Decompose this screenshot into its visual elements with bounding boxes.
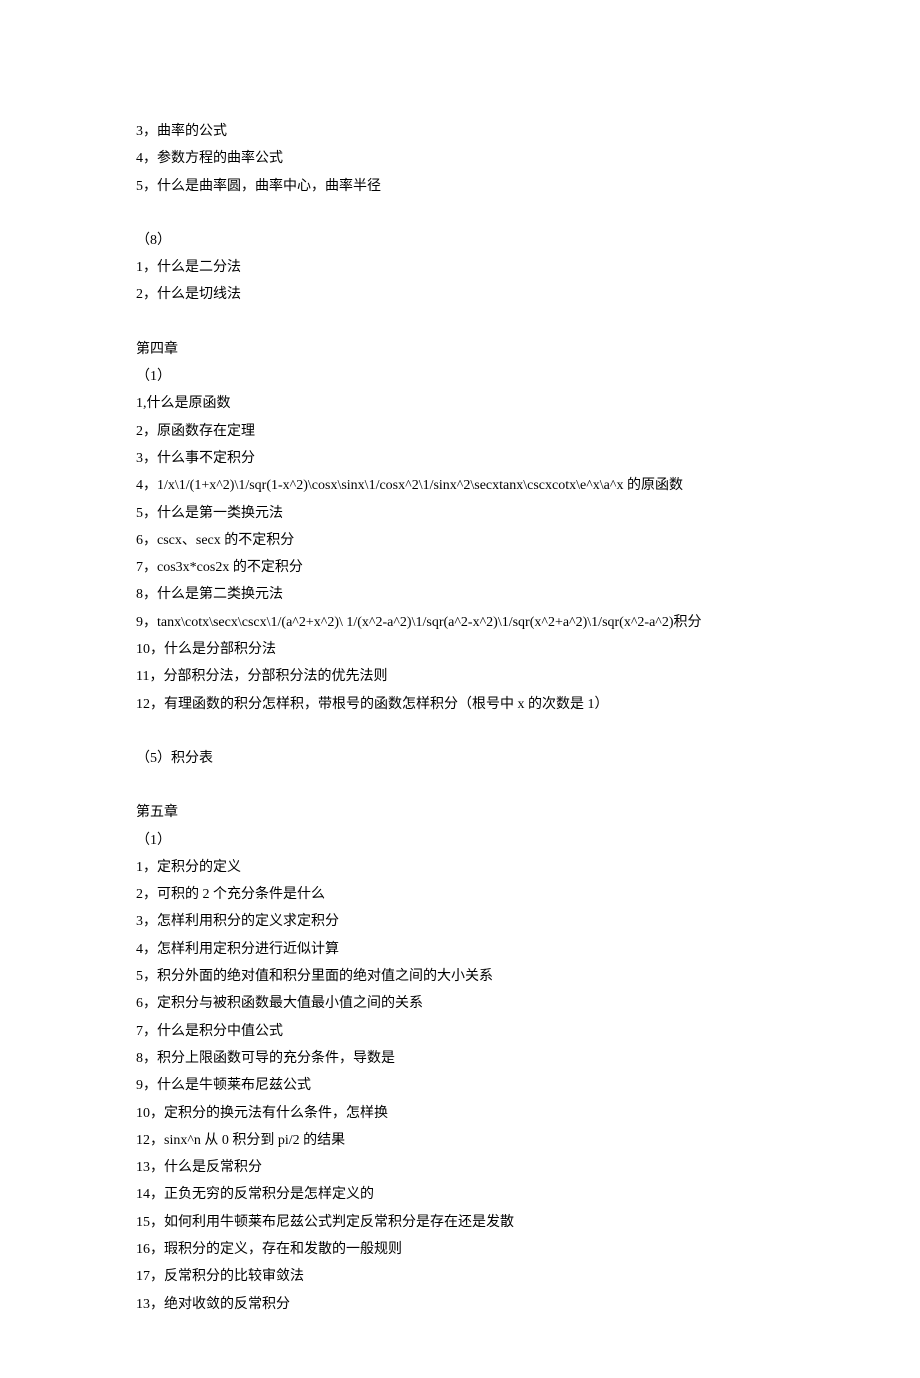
text-line: 14，正负无穷的反常积分是怎样定义的: [136, 1181, 784, 1208]
text-line: 3，曲率的公式: [136, 118, 784, 145]
text-line: 13，绝对收敛的反常积分: [136, 1291, 784, 1318]
blank-line: [136, 718, 784, 745]
text-line: 7，什么是积分中值公式: [136, 1018, 784, 1045]
text-line: 9，tanx\cotx\secx\cscx\1/(a^2+x^2)\ 1/(x^…: [136, 609, 784, 636]
text-line: （8）: [136, 227, 784, 254]
text-line: 9，什么是牛顿莱布尼兹公式: [136, 1072, 784, 1099]
text-line: （1）: [136, 827, 784, 854]
text-line: 17，反常积分的比较审敛法: [136, 1263, 784, 1290]
text-line: 3，什么事不定积分: [136, 445, 784, 472]
blank-line: [136, 772, 784, 799]
text-line: 2，可积的 2 个充分条件是什么: [136, 881, 784, 908]
text-line: （5）积分表: [136, 745, 784, 772]
blank-line: [136, 200, 784, 227]
blank-line: [136, 309, 784, 336]
text-line: 8，什么是第二类换元法: [136, 581, 784, 608]
text-line: 16，瑕积分的定义，存在和发散的一般规则: [136, 1236, 784, 1263]
text-line: 6，cscx、secx 的不定积分: [136, 527, 784, 554]
text-line: 第五章: [136, 799, 784, 826]
text-line: 11，分部积分法，分部积分法的优先法则: [136, 663, 784, 690]
text-line: 3，怎样利用积分的定义求定积分: [136, 908, 784, 935]
text-line: 1,什么是原函数: [136, 390, 784, 417]
text-line: 5，什么是曲率圆，曲率中心，曲率半径: [136, 173, 784, 200]
text-line: 1，什么是二分法: [136, 254, 784, 281]
text-line: 4，怎样利用定积分进行近似计算: [136, 936, 784, 963]
text-line: 6，定积分与被积函数最大值最小值之间的关系: [136, 990, 784, 1017]
text-line: 5，积分外面的绝对值和积分里面的绝对值之间的大小关系: [136, 963, 784, 990]
text-line: 2，原函数存在定理: [136, 418, 784, 445]
text-line: （1）: [136, 363, 784, 390]
text-line: 10，定积分的换元法有什么条件，怎样换: [136, 1100, 784, 1127]
text-line: 2，什么是切线法: [136, 281, 784, 308]
text-line: 13，什么是反常积分: [136, 1154, 784, 1181]
text-line: 7，cos3x*cos2x 的不定积分: [136, 554, 784, 581]
text-line: 15，如何利用牛顿莱布尼兹公式判定反常积分是存在还是发散: [136, 1209, 784, 1236]
text-line: 12，sinx^n 从 0 积分到 pi/2 的结果: [136, 1127, 784, 1154]
text-line: 12，有理函数的积分怎样积，带根号的函数怎样积分（根号中 x 的次数是 1）: [136, 691, 784, 718]
text-line: 第四章: [136, 336, 784, 363]
text-line: 1，定积分的定义: [136, 854, 784, 881]
text-line: 8，积分上限函数可导的充分条件，导数是: [136, 1045, 784, 1072]
text-line: 4，1/x\1/(1+x^2)\1/sqr(1-x^2)\cosx\sinx\1…: [136, 472, 784, 499]
text-line: 10，什么是分部积分法: [136, 636, 784, 663]
text-line: 4，参数方程的曲率公式: [136, 145, 784, 172]
text-line: 5，什么是第一类换元法: [136, 500, 784, 527]
